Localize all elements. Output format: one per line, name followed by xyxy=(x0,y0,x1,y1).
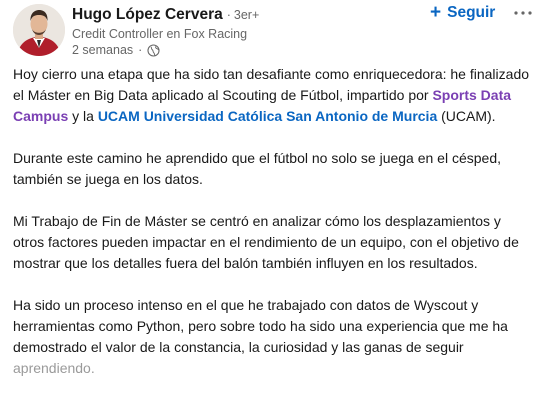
globe-icon xyxy=(147,43,160,57)
post-paragraph-1: Hoy cierro una etapa que ha sido tan des… xyxy=(13,64,533,127)
post-meta: 2 semanas · xyxy=(72,43,259,57)
post-time: 2 semanas xyxy=(72,43,134,57)
post-header: Hugo López Cervera · 3er+ Credit Controll… xyxy=(0,0,543,62)
paragraph-text: y la xyxy=(68,108,98,124)
paragraph-text: (UCAM). xyxy=(437,108,496,124)
post-body: Hoy cierro una etapa que ha sido tan des… xyxy=(13,64,533,400)
degree-label: 3er+ xyxy=(233,8,260,22)
post-paragraph-3: Mi Trabajo de Fin de Máster se centró en… xyxy=(13,213,519,271)
author-block: Hugo López Cervera · 3er+ Credit Controll… xyxy=(72,6,259,57)
post-paragraph-2: Durante este camino he aprendido que el … xyxy=(13,150,502,187)
post-paragraph-4: Ha sido un proceso intenso en el que he … xyxy=(13,295,533,379)
mention-ucam[interactable]: UCAM Universidad Católica San Antonio de… xyxy=(98,108,437,124)
author-line: Hugo López Cervera · 3er+ xyxy=(72,6,259,24)
author-name[interactable]: Hugo López Cervera xyxy=(72,6,223,24)
connection-degree: · 3er+ xyxy=(226,8,260,22)
plus-icon: + xyxy=(430,2,442,23)
avatar-image xyxy=(13,4,65,56)
follow-label: Seguir xyxy=(447,3,496,21)
see-more-fade-text: aprendiendo. xyxy=(13,360,95,376)
meta-separator: · xyxy=(138,43,143,57)
author-avatar[interactable] xyxy=(13,4,65,56)
follow-button[interactable]: + Seguir xyxy=(430,3,495,22)
paragraph-text: Ha sido un proceso intenso en el que he … xyxy=(13,297,508,355)
ellipsis-icon[interactable] xyxy=(513,8,533,18)
author-headline: Credit Controller en Fox Racing xyxy=(72,27,248,41)
